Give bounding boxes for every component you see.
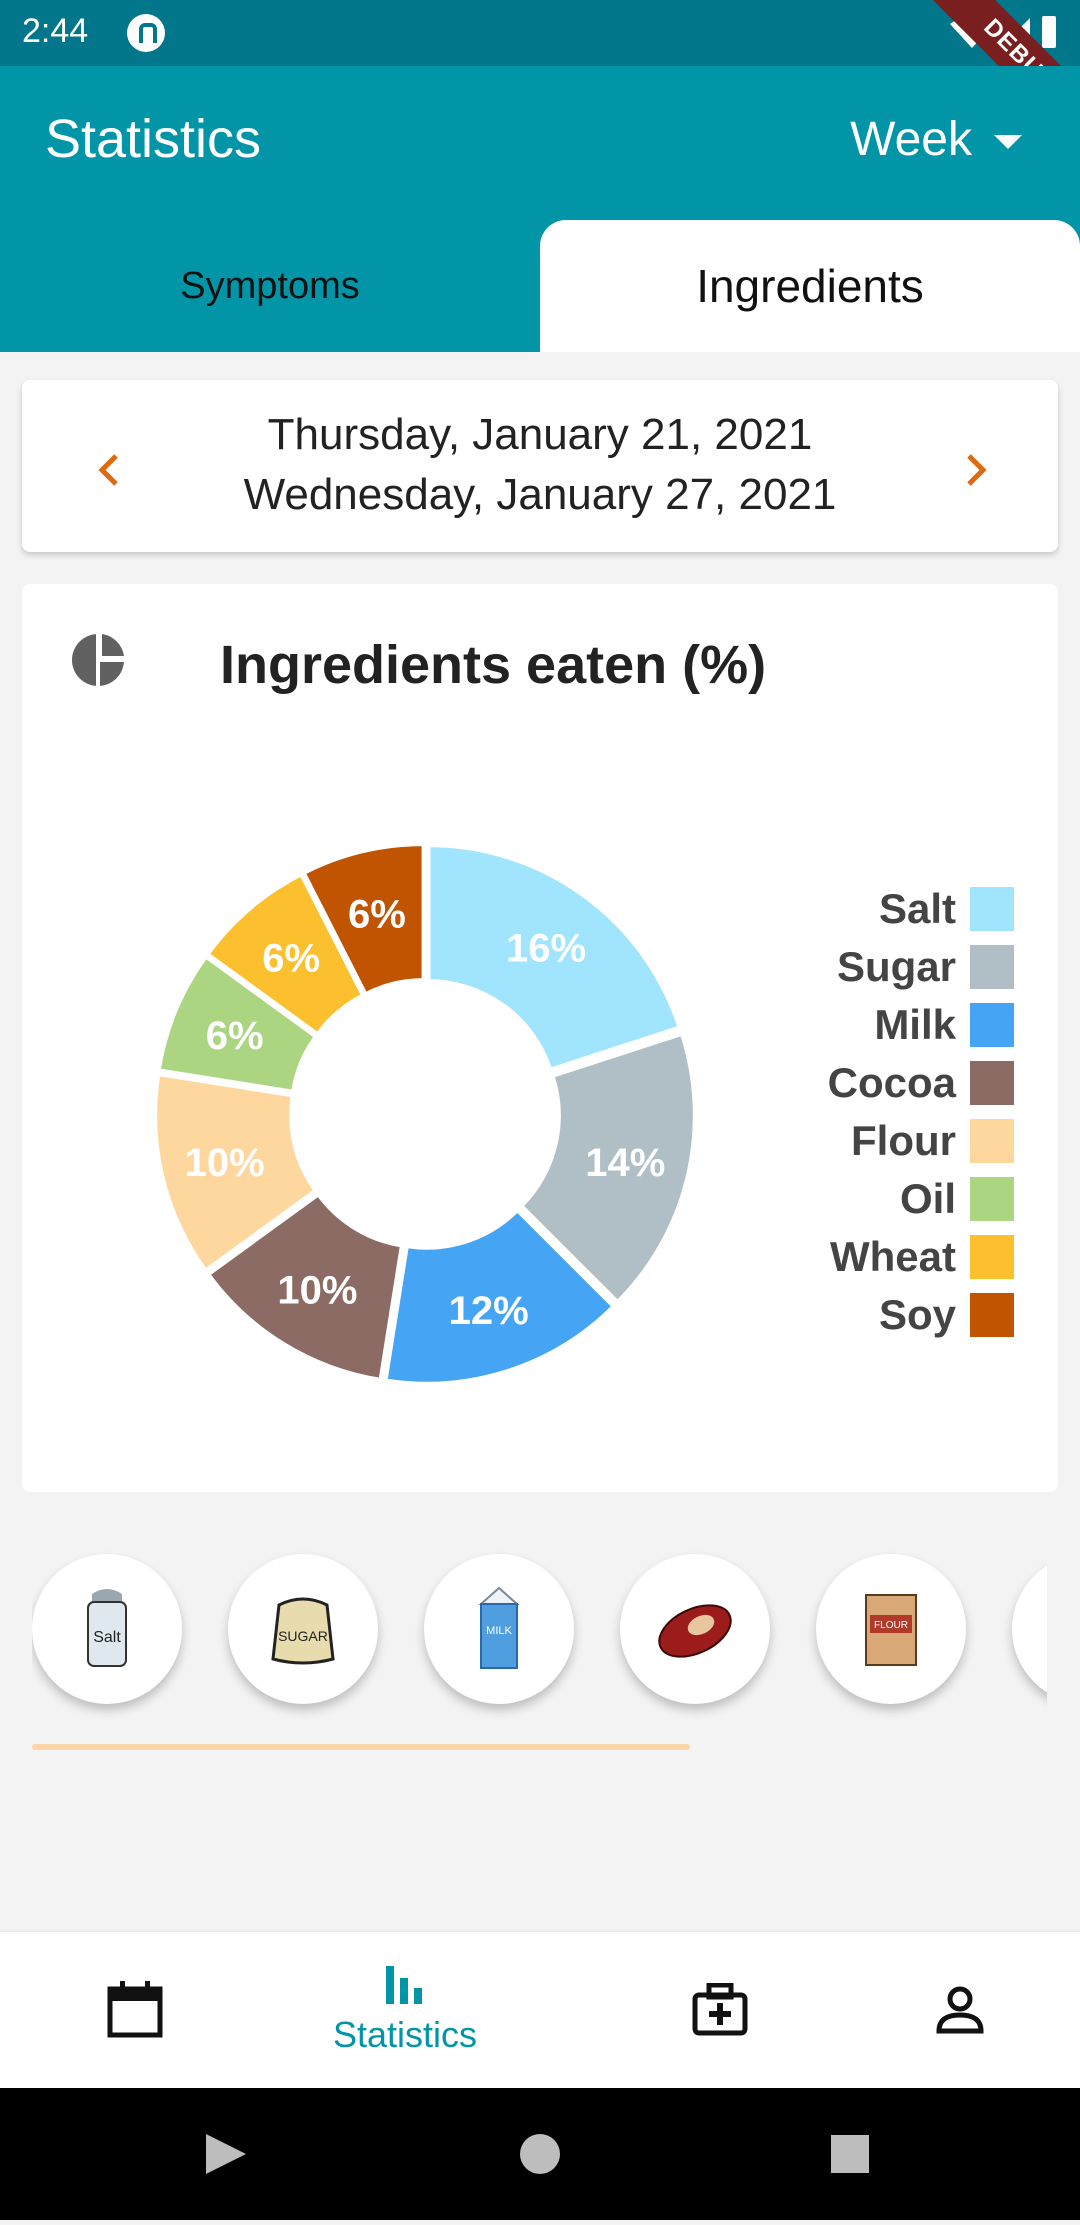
legend-item-oil: Oil — [754, 1170, 1014, 1228]
nav-calendar[interactable] — [0, 1932, 270, 2088]
legend-label: Oil — [899, 1175, 956, 1222]
calendar-icon — [107, 1981, 163, 2038]
medical-kit-icon — [692, 1983, 748, 2036]
notification-app-icon — [127, 14, 165, 52]
legend-item-cocoa: Cocoa — [754, 1054, 1014, 1112]
ingredients-chart-card: Ingredients eaten (%) 16% 14% 12% 10% 10% 6% 6… — [22, 584, 1058, 1492]
bottom-navigation: Statistics — [0, 1932, 1080, 2088]
legend-swatch — [970, 1119, 1014, 1163]
sugar-sack-icon: SUGAR — [271, 1597, 335, 1665]
flour-bag-icon: FLOUR — [865, 1594, 917, 1666]
recents-icon[interactable] — [831, 2135, 869, 2173]
date-range-card: Thursday, January 21, 2021 Wednesday, Ja… — [22, 380, 1058, 552]
cocoa-pod-icon — [658, 1604, 732, 1658]
legend-item-wheat: Wheat — [754, 1228, 1014, 1286]
legend-label: Cocoa — [827, 1059, 956, 1106]
nav-statistics-label: Statistics — [332, 2014, 478, 2055]
milk-carton-icon: MILK — [478, 1586, 520, 1669]
carousel-scroll-indicator — [32, 1744, 690, 1750]
nav-profile[interactable] — [825, 1932, 1080, 2088]
ingredient-sugar-button[interactable]: SUGAR — [228, 1554, 378, 1704]
ingredient-carousel[interactable]: Salt SUGAR MILK FLOUR — [32, 1540, 1047, 1720]
legend-label: Sugar — [836, 943, 956, 990]
app-bar: Statistics Week Symptoms Ingredients — [0, 66, 1080, 352]
pie-label-cocoa: 10% — [277, 1269, 357, 1313]
battery-icon — [1042, 16, 1056, 48]
legend-item-soy: Soy — [754, 1286, 1014, 1344]
status-bar: 2:44 — [0, 0, 1080, 66]
back-icon[interactable] — [206, 2134, 246, 2174]
tab-ingredients-label: Ingredients — [696, 260, 924, 312]
salt-text: Salt — [93, 1629, 121, 1646]
pie-label-soy: 6% — [348, 893, 406, 937]
status-time: 2:44 — [22, 12, 89, 50]
nav-medical[interactable] — [585, 1932, 855, 2088]
legend-item-flour: Flour — [754, 1112, 1014, 1170]
ingredient-flour-button[interactable]: FLOUR — [816, 1554, 966, 1704]
legend-label: Milk — [874, 1001, 956, 1048]
tab-symptoms[interactable]: Symptoms — [0, 220, 540, 352]
legend-label: Salt — [878, 885, 956, 932]
legend-swatch — [970, 1235, 1014, 1279]
bar-chart-icon — [386, 1966, 422, 2004]
pie-label-salt: 16% — [506, 926, 586, 970]
ingredient-milk-button[interactable]: MILK — [424, 1554, 574, 1704]
pie-label-oil: 6% — [206, 1014, 264, 1058]
ingredient-oil-button[interactable] — [1012, 1554, 1047, 1704]
legend-label: Wheat — [830, 1233, 956, 1280]
date-range-start: Thursday, January 21, 2021 — [267, 410, 813, 459]
pie-label-milk: 12% — [449, 1289, 529, 1333]
pie-label-sugar: 14% — [585, 1141, 665, 1185]
sugar-text: SUGAR — [278, 1628, 328, 1644]
ingredient-cocoa-button[interactable] — [620, 1554, 770, 1704]
chart-legend: Salt Sugar Milk Cocoa Flour Oil Wheat Soy — [754, 880, 1014, 1344]
date-range-end: Wednesday, January 27, 2021 — [243, 470, 837, 519]
legend-swatch — [970, 1061, 1014, 1105]
legend-swatch — [970, 1293, 1014, 1337]
pie-label-wheat: 6% — [262, 936, 320, 980]
person-icon — [936, 1986, 984, 2034]
legend-label: Soy — [878, 1291, 956, 1338]
legend-item-sugar: Sugar — [754, 938, 1014, 996]
caret-down-icon — [994, 134, 1022, 149]
home-icon[interactable] — [520, 2134, 560, 2174]
milk-text: MILK — [486, 1625, 512, 1637]
chevron-right-icon[interactable] — [957, 450, 993, 490]
nav-statistics[interactable]: Statistics — [270, 1932, 540, 2088]
salt-shaker-icon: Salt — [87, 1589, 127, 1667]
period-dropdown[interactable]: Week — [850, 112, 1022, 167]
legend-swatch — [970, 887, 1014, 931]
period-dropdown-value: Week — [850, 113, 972, 166]
legend-swatch — [970, 945, 1014, 989]
flour-text: FLOUR — [874, 1620, 908, 1631]
tab-symptoms-label: Symptoms — [180, 264, 360, 307]
legend-swatch — [970, 1003, 1014, 1047]
legend-item-milk: Milk — [754, 996, 1014, 1054]
legend-swatch — [970, 1177, 1014, 1221]
legend-label: Flour — [851, 1117, 956, 1164]
page-title: Statistics — [45, 109, 262, 169]
tab-ingredients[interactable]: Ingredients — [540, 220, 1080, 352]
system-navigation-bar — [0, 2088, 1080, 2220]
legend-item-salt: Salt — [754, 880, 1014, 938]
pie-label-flour: 10% — [185, 1141, 265, 1185]
ingredient-salt-button[interactable]: Salt — [32, 1554, 182, 1704]
